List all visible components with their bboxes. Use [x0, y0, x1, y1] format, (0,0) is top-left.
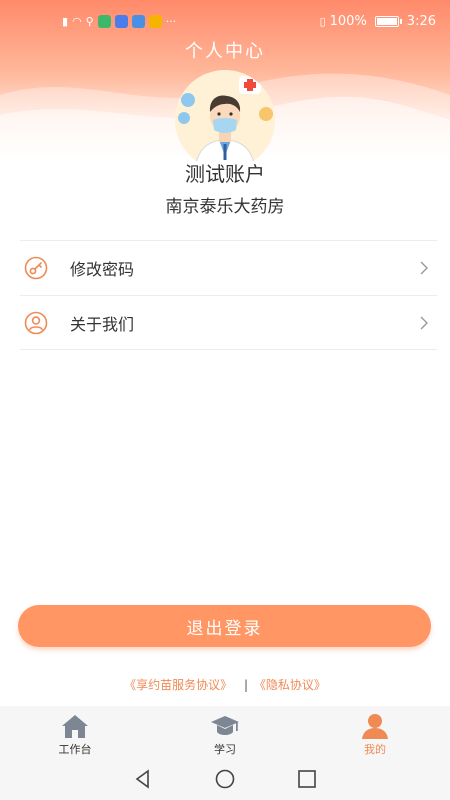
key-icon — [24, 256, 48, 280]
status-bar: ▮ ◠ ⚲ ··· ▯ 100% 3:26 — [0, 8, 450, 34]
usb-icon: ⚲ — [85, 14, 94, 28]
home-circle-icon[interactable] — [213, 767, 237, 791]
app-icon — [148, 14, 162, 28]
organization-name: 南京泰乐大药房 — [165, 197, 285, 217]
avatar — [175, 70, 275, 170]
privacy-agreement-link[interactable]: 《隐私协议》 — [254, 678, 326, 692]
tab-label: 我的 — [364, 743, 386, 756]
app-icon — [131, 14, 145, 28]
menu-item-label: 修改密码 — [70, 260, 135, 279]
logout-button[interactable]: 退出登录 — [18, 605, 431, 647]
app-icon — [97, 14, 111, 28]
person-icon — [362, 714, 388, 739]
agreements-separator: | — [243, 678, 249, 692]
account-name: 测试账户 — [185, 162, 265, 186]
more-icon: ··· — [165, 14, 177, 28]
tab-learning[interactable]: 学习 — [150, 706, 300, 758]
chevron-right-icon — [420, 261, 428, 275]
recents-icon[interactable] — [295, 767, 319, 791]
tab-mine[interactable]: 我的 — [300, 706, 450, 758]
bottom-tab-bar: 工作台 学习 我的 — [0, 706, 450, 758]
vibrate-icon: ▯ — [319, 14, 326, 28]
agreements: 《享约苗服务协议》 | 《隐私协议》 — [0, 676, 450, 693]
settings-menu: 修改密码 关于我们 — [20, 240, 437, 350]
chevron-right-icon — [420, 316, 428, 330]
wifi-icon: ◠ — [72, 14, 82, 28]
status-time: 3:26 — [406, 13, 436, 29]
battery-icon — [374, 15, 402, 27]
service-agreement-link[interactable]: 《享约苗服务协议》 — [124, 678, 232, 692]
battery-percent: 100% — [329, 13, 367, 29]
status-icons-left: ▮ ◠ ⚲ ··· — [62, 14, 177, 28]
page-title: 个人中心 — [185, 41, 265, 62]
notification-icon: ▮ — [62, 14, 69, 28]
tab-label: 工作台 — [58, 743, 92, 756]
system-navigation-bar — [0, 758, 450, 800]
menu-item-label: 关于我们 — [70, 314, 135, 334]
menu-item-change-password[interactable]: 修改密码 — [20, 240, 437, 295]
app-icon — [114, 14, 128, 28]
user-circle-icon — [24, 311, 48, 334]
home-icon — [62, 715, 88, 738]
menu-item-about-us[interactable]: 关于我们 — [20, 295, 437, 350]
back-icon[interactable] — [131, 767, 155, 791]
tab-label: 学习 — [214, 743, 236, 756]
graduation-cap-icon — [211, 716, 239, 735]
tab-workbench[interactable]: 工作台 — [0, 706, 150, 758]
